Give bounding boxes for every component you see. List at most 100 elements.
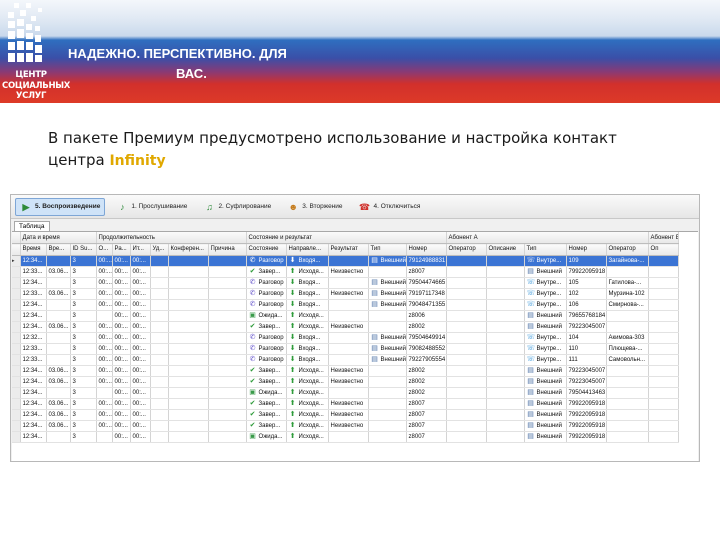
cell-text: Смирнова-... — [608, 301, 644, 308]
column-header-5[interactable]: Ра... — [112, 243, 131, 256]
column-header-11[interactable]: Направле... — [286, 243, 329, 256]
column-header-3[interactable]: ID Su... — [70, 243, 97, 256]
cell-text: Разговор — [258, 301, 284, 308]
table-cell: ▣ Ожида... — [246, 431, 287, 443]
table-row[interactable]: 12:34... 3 00:... 00:... ▣ Ожида... ⬆ Исходя...… — [12, 387, 679, 399]
cell-text: 00:... — [132, 378, 146, 385]
row-indicator[interactable] — [12, 332, 21, 344]
column-header-14[interactable]: Номер — [406, 243, 447, 256]
column-header-10[interactable]: Состояние — [246, 243, 287, 256]
table-row[interactable]: 12:33... 3 00:... 00:... 00:... ✆ Разговор ⬇ Вхо… — [12, 354, 679, 366]
table-cell: 3 — [70, 354, 97, 366]
column-header-17[interactable]: Тип — [524, 243, 567, 256]
column-header-8[interactable]: Конферен... — [168, 243, 209, 256]
table-row[interactable]: 12:33... 3 00:... 00:... 00:... ✆ Разговор ⬇ Вхо… — [12, 343, 679, 355]
cell-text: 00:... — [132, 389, 146, 396]
cell-text: Плющева-... — [608, 345, 643, 352]
column-header-16[interactable]: Описание — [486, 243, 525, 256]
table-cell: Неизвестно — [328, 365, 369, 377]
column-header-7[interactable]: Уд... — [150, 243, 169, 256]
row-indicator[interactable] — [12, 288, 21, 300]
logo-line-2: СОЦИАЛЬНЫХ — [2, 80, 71, 91]
table-row[interactable]: 12:34... 3 00:... 00:... 00:... ✆ Разговор ⬇ Вхо… — [12, 299, 679, 311]
table-cell — [96, 387, 113, 399]
table-row[interactable]: 12:34... 03.06... 3 00:... 00:... 00:... ✔ Заве… — [12, 376, 679, 388]
table-cell — [368, 409, 407, 421]
column-header-9[interactable]: Причина — [208, 243, 247, 256]
table-cell: ✆ Разговор — [246, 299, 287, 311]
column-header-2[interactable]: Вре... — [46, 243, 71, 256]
table-row[interactable]: 12:34... 3 00:... 00:... ▣ Ожида... ⬆ Исходя...… — [12, 431, 679, 443]
row-indicator[interactable] — [12, 398, 21, 410]
table-row[interactable]: 12:34... 03.06... 3 00:... 00:... 00:... ✔ Заве… — [12, 398, 679, 410]
table-row[interactable]: 12:34... 03.06... 3 00:... 00:... 00:... ✔ Заве… — [12, 365, 679, 377]
toolbar-button-2[interactable]: ♪ 1. Прослушивание — [111, 198, 192, 216]
column-header-13[interactable]: Тип — [368, 243, 407, 256]
row-indicator[interactable] — [12, 354, 21, 366]
toolbar-button-5[interactable]: ☎ 4. Отключиться — [354, 198, 426, 216]
column-header-6[interactable]: Ит... — [130, 243, 151, 256]
table-cell: Неизвестно — [328, 398, 369, 410]
table-cell: 3 — [70, 420, 97, 432]
calls-grid[interactable]: Дата и время Продолжительность Состояние и… — [12, 231, 698, 461]
cell-text: 12:34... — [22, 378, 43, 385]
table-cell — [328, 343, 369, 355]
row-indicator[interactable] — [12, 266, 21, 278]
table-cell — [606, 376, 649, 388]
row-indicator[interactable] — [12, 387, 21, 399]
toolbar-button-label: 4. Отключиться — [373, 203, 421, 210]
table-cell — [168, 398, 209, 410]
cell-text: 3 — [72, 411, 76, 418]
cell-text: 12:34... — [22, 400, 43, 407]
table-cell: 00:... — [96, 277, 113, 289]
external-phone-icon: ▤ — [371, 289, 378, 297]
table-row[interactable]: ▸ 12:34... 3 00:... 00:... 00:... ✆ Разговор ⬇ Вх… — [12, 255, 679, 267]
table-cell — [486, 332, 525, 344]
table-cell — [446, 398, 487, 410]
toolbar-button-4[interactable]: ☻ 3. Вторжение — [282, 198, 347, 216]
column-header-12[interactable]: Результат — [328, 243, 369, 256]
table-cell: 00:... — [96, 354, 113, 366]
column-header-20[interactable]: Оп — [648, 243, 679, 256]
table-row[interactable]: 12:34... 3 00:... 00:... 00:... ✆ Разговор ⬇ Вхо… — [12, 277, 679, 289]
column-header-1[interactable]: Время — [20, 243, 47, 256]
table-cell — [606, 266, 649, 278]
row-indicator[interactable] — [12, 343, 21, 355]
table-row[interactable]: 12:33... 03.06... 3 00:... 00:... 00:... ✆ Разг… — [12, 288, 679, 300]
column-group-3: Состояние и результат — [246, 232, 447, 244]
toolbar-button-1[interactable]: ▶ 5. Воспроизведение — [15, 197, 106, 216]
column-header-4[interactable]: О... — [96, 243, 113, 256]
table-cell — [96, 431, 113, 443]
row-indicator[interactable] — [12, 420, 21, 432]
table-row[interactable]: 12:33... 03.06... 3 00:... 00:... 00:... ✔ Заве… — [12, 266, 679, 278]
row-indicator[interactable] — [12, 321, 21, 333]
toolbar-button-3[interactable]: ♫ 2. Суфлирование — [198, 198, 276, 216]
row-indicator[interactable] — [12, 277, 21, 289]
row-indicator[interactable] — [12, 431, 21, 443]
table-row[interactable]: 12:34... 3 00:... 00:... ▣ Ожида... ⬆ Исходя...… — [12, 310, 679, 322]
table-row[interactable]: 12:34... 03.06... 3 00:... 00:... 00:... ✔ Заве… — [12, 409, 679, 421]
column-header-15[interactable]: Оператор — [446, 243, 487, 256]
table-cell: 00:... — [130, 255, 151, 267]
table-row[interactable]: 12:32... 3 00:... 00:... 00:... ✆ Разговор ⬇ Вхо… — [12, 332, 679, 344]
table-cell: 12:34... — [20, 376, 47, 388]
row-indicator[interactable] — [12, 299, 21, 311]
table-cell — [150, 387, 169, 399]
row-indicator[interactable] — [12, 409, 21, 421]
row-indicator[interactable]: ▸ — [12, 255, 21, 267]
table-cell — [46, 332, 71, 344]
table-row[interactable]: 12:34... 03.06... 3 00:... 00:... 00:... ✔ Заве… — [12, 420, 679, 432]
table-cell — [150, 376, 169, 388]
table-row[interactable]: 12:34... 03.06... 3 00:... 00:... 00:... ✔ Заве… — [12, 321, 679, 333]
cell-text: Завер... — [258, 367, 281, 374]
column-header-18[interactable]: Номер — [566, 243, 607, 256]
cell-text: z8006 — [408, 312, 425, 319]
column-header-19[interactable]: Оператор — [606, 243, 649, 256]
cell-text: 79197117348 — [408, 290, 445, 297]
row-indicator[interactable] — [12, 365, 21, 377]
table-cell — [168, 387, 209, 399]
cell-text: 12:34... — [22, 312, 43, 319]
table-cell: Неизвестно — [328, 321, 369, 333]
row-indicator[interactable] — [12, 376, 21, 388]
row-indicator[interactable] — [12, 310, 21, 322]
